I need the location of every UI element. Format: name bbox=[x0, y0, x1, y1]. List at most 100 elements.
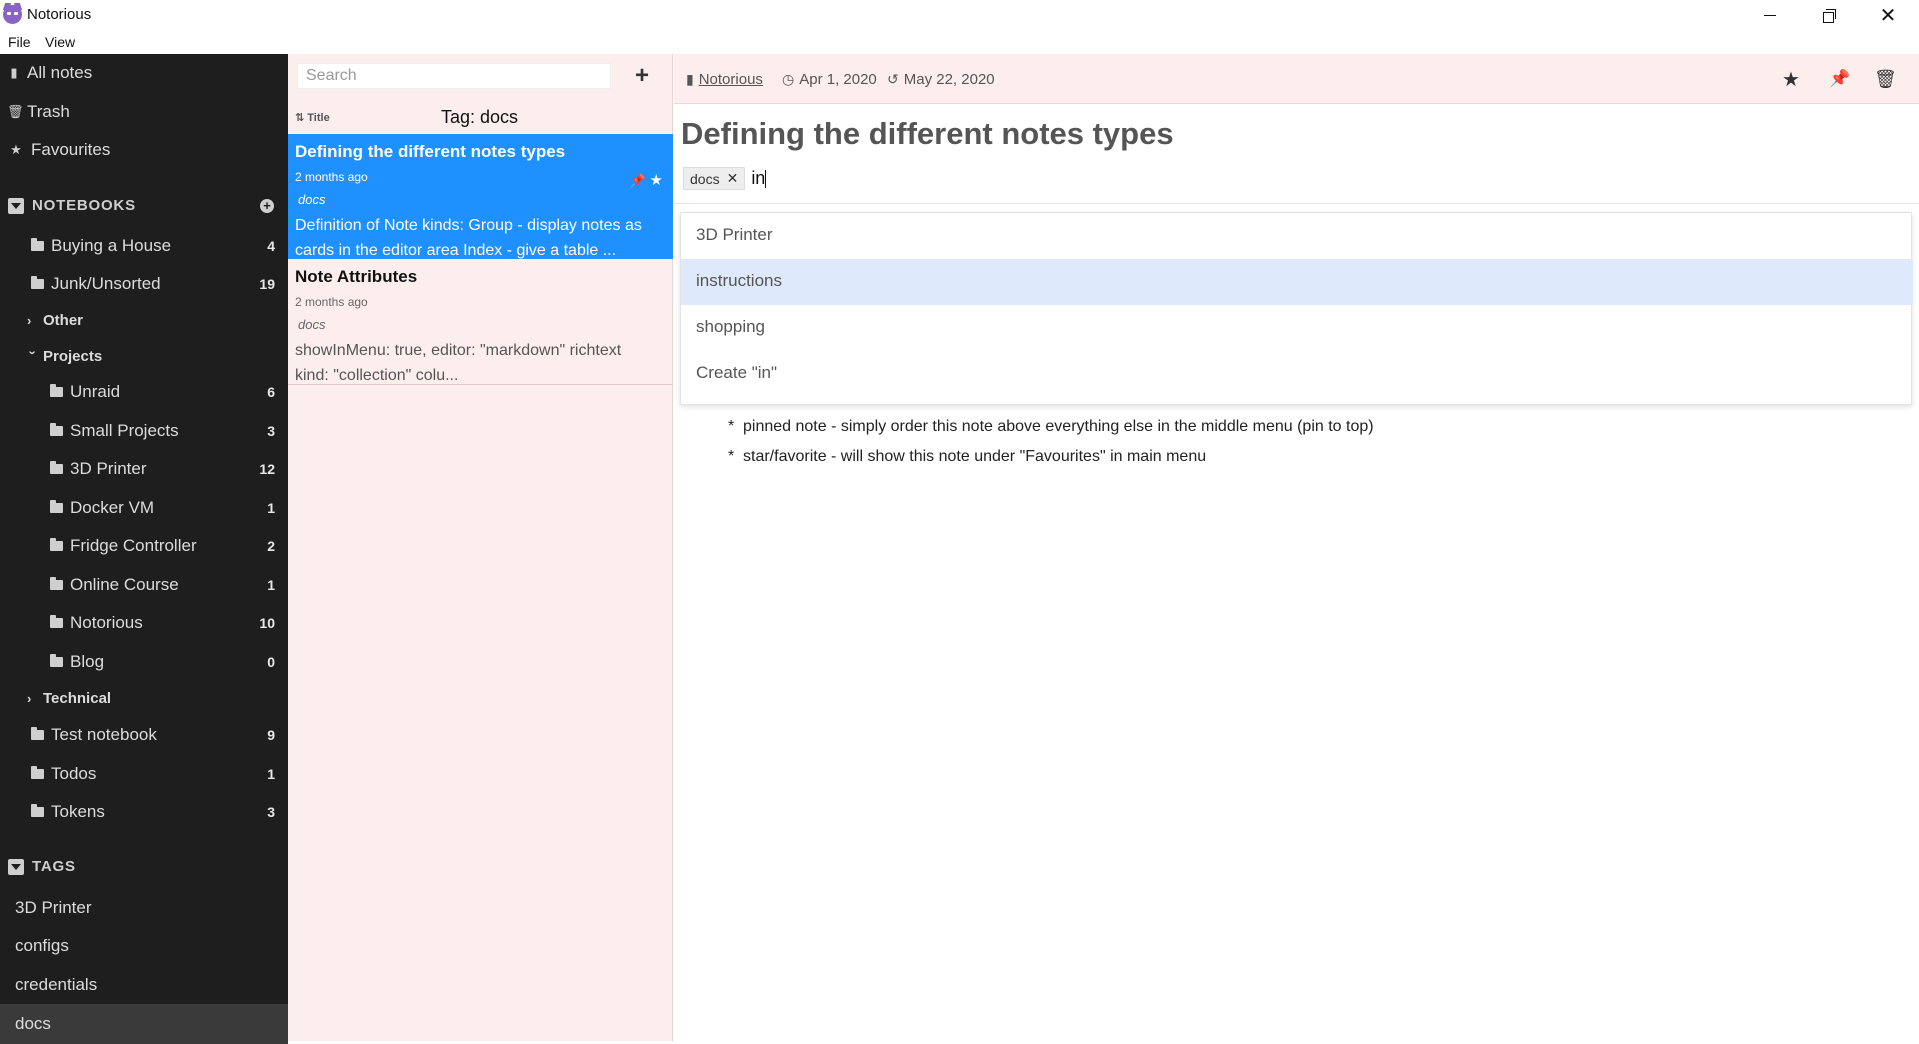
sidebar-item-label: Blog bbox=[70, 652, 105, 671]
chevron-right-icon: › bbox=[27, 690, 32, 706]
tags-header[interactable]: TAGS bbox=[8, 858, 76, 875]
folder-icon bbox=[50, 577, 63, 590]
sidebar-item-label: Docker VM bbox=[70, 498, 155, 517]
section-label: NOTEBOOKS bbox=[32, 197, 136, 214]
notebook-link[interactable]: ▮ Notorious bbox=[686, 71, 763, 88]
list-item: * pinned note - simply order this note ab… bbox=[728, 418, 1374, 435]
menu-file[interactable]: File bbox=[8, 34, 31, 50]
updated-date: ↺ May 22, 2020 bbox=[887, 71, 995, 88]
note-tag: docs bbox=[298, 317, 326, 332]
sidebar-item-label: configs bbox=[15, 936, 69, 955]
sidebar-item-notebook[interactable]: Unraid 6 bbox=[0, 376, 288, 408]
tag-input[interactable]: in bbox=[751, 168, 767, 189]
pin-icon[interactable]: 📌 bbox=[1829, 69, 1850, 89]
star-icon: ★ bbox=[649, 172, 663, 189]
sidebar-item-notebook[interactable]: Junk/Unsorted 19 bbox=[0, 268, 288, 300]
sidebar-item-notebook[interactable]: Docker VM 1 bbox=[0, 492, 288, 524]
sidebar-item-all-notes[interactable]: ▮ All notes bbox=[0, 57, 288, 89]
history-icon: ↺ bbox=[887, 71, 899, 87]
note-count: 3 bbox=[267, 423, 275, 439]
body-text: star/favorite - will show this note unde… bbox=[743, 448, 1207, 465]
menu-view[interactable]: View bbox=[45, 34, 75, 50]
folder-icon bbox=[31, 238, 44, 251]
chevron-right-icon: › bbox=[27, 312, 32, 328]
sidebar-item-notebook[interactable]: 3D Printer 12 bbox=[0, 453, 288, 485]
sidebar-item-label: Fridge Controller bbox=[70, 536, 197, 555]
sidebar-item-tag[interactable]: credentials bbox=[0, 969, 288, 1001]
sidebar-item-tag-active[interactable]: docs bbox=[0, 1004, 288, 1044]
sidebar-item-favourites[interactable]: ★ Favourites bbox=[0, 134, 288, 166]
note-count: 4 bbox=[267, 238, 275, 254]
sidebar-item-notebook[interactable]: Small Projects 3 bbox=[0, 415, 288, 447]
suggestion-item[interactable]: shopping bbox=[681, 305, 1913, 351]
tag-editor: docs ✕ in bbox=[683, 167, 767, 190]
sidebar-item-notebook-group[interactable]: › Projects bbox=[0, 340, 288, 372]
minimize-button[interactable] bbox=[1747, 0, 1793, 30]
folder-icon bbox=[50, 615, 63, 628]
search-input[interactable]: Search bbox=[297, 63, 611, 89]
note-count: 2 bbox=[267, 538, 275, 554]
sidebar-item-notebook[interactable]: Tokens 3 bbox=[0, 796, 288, 828]
sidebar-item-label: Test notebook bbox=[51, 725, 157, 744]
note-count: 12 bbox=[259, 461, 275, 477]
sidebar-item-tag[interactable]: 3D Printer bbox=[0, 892, 288, 924]
sidebar-item-label: Trash bbox=[27, 102, 70, 121]
sidebar-item-notebook[interactable]: Fridge Controller 2 bbox=[0, 530, 288, 562]
sidebar-item-label: Favourites bbox=[31, 140, 111, 159]
sidebar-item-notebook-group[interactable]: › Technical bbox=[0, 682, 288, 714]
sidebar-item-label: Unraid bbox=[70, 382, 121, 401]
note-count: 1 bbox=[267, 766, 275, 782]
notebooks-header[interactable]: NOTEBOOKS bbox=[8, 197, 136, 214]
list-item-note[interactable]: Defining the different notes types 2 mon… bbox=[288, 134, 673, 259]
sort-label: Title bbox=[307, 112, 330, 124]
sidebar-item-label: Small Projects bbox=[70, 421, 179, 440]
note-count: 9 bbox=[267, 727, 275, 743]
note-title[interactable]: Defining the different notes types bbox=[681, 116, 1174, 152]
sidebar-item-notebook[interactable]: Notorious 10 bbox=[0, 607, 288, 639]
created-date: ◷ Apr 1, 2020 bbox=[782, 71, 877, 88]
sort-icon: ⇅ bbox=[295, 112, 305, 124]
sidebar-item-notebook[interactable]: Blog 0 bbox=[0, 646, 288, 678]
folder-icon bbox=[50, 461, 63, 474]
remove-tag-icon[interactable]: ✕ bbox=[727, 170, 739, 187]
create-tag-option[interactable]: Create "in" bbox=[681, 351, 1913, 397]
sidebar-item-notebook-group[interactable]: › Other bbox=[0, 304, 288, 336]
add-note-button[interactable]: + bbox=[635, 64, 649, 88]
collapse-icon bbox=[8, 858, 24, 875]
folder-icon bbox=[50, 654, 63, 667]
folder-icon bbox=[50, 500, 63, 513]
sidebar-item-notebook[interactable]: Online Course 1 bbox=[0, 569, 288, 601]
sidebar-item-label: Junk/Unsorted bbox=[51, 274, 161, 293]
note-count: 1 bbox=[267, 500, 275, 516]
sidebar-item-notebook[interactable]: Test notebook 9 bbox=[0, 719, 288, 751]
sidebar-item-tag[interactable]: configs bbox=[0, 930, 288, 962]
sidebar-item-label: 3D Printer bbox=[15, 898, 92, 917]
star-icon[interactable]: ★ bbox=[1782, 67, 1800, 92]
body-text: pinned note - simply order this note abo… bbox=[743, 418, 1374, 435]
sidebar-item-notebook[interactable]: Todos 1 bbox=[0, 758, 288, 790]
restore-button[interactable] bbox=[1806, 0, 1852, 30]
folder-icon bbox=[50, 384, 63, 397]
trash-icon[interactable]: 🗑 bbox=[1874, 69, 1897, 90]
divider bbox=[674, 203, 1919, 204]
add-notebook-icon[interactable]: + bbox=[260, 199, 274, 213]
list-item-note[interactable]: Note Attributes 2 months ago docs showIn… bbox=[288, 259, 673, 384]
tag-suggestions-dropdown: 3D Printer instructions shopping Create … bbox=[680, 212, 1913, 405]
app-logo-icon bbox=[3, 5, 22, 24]
suggestion-item-highlighted[interactable]: instructions bbox=[681, 259, 1913, 305]
close-button[interactable]: ✕ bbox=[1865, 0, 1911, 30]
note-count: 1 bbox=[267, 577, 275, 593]
suggestion-item[interactable]: 3D Printer bbox=[681, 213, 1913, 259]
note-status-icons: 📌 ★ bbox=[630, 171, 663, 189]
sidebar-item-trash[interactable]: 🗑 Trash bbox=[0, 96, 288, 128]
close-icon: ✕ bbox=[1879, 4, 1897, 27]
menu-bar: File View bbox=[0, 30, 1919, 54]
sidebar-item-notebook[interactable]: Buying a House 4 bbox=[0, 230, 288, 262]
sidebar-item-label: Technical bbox=[43, 689, 112, 707]
note-count: 19 bbox=[259, 276, 275, 292]
tag-chip-label: docs bbox=[690, 170, 720, 187]
sidebar-item-label: All notes bbox=[27, 63, 93, 82]
folder-icon bbox=[50, 538, 63, 551]
pin-icon: 📌 bbox=[629, 173, 646, 188]
sort-button[interactable]: ⇅ Title bbox=[295, 111, 330, 124]
